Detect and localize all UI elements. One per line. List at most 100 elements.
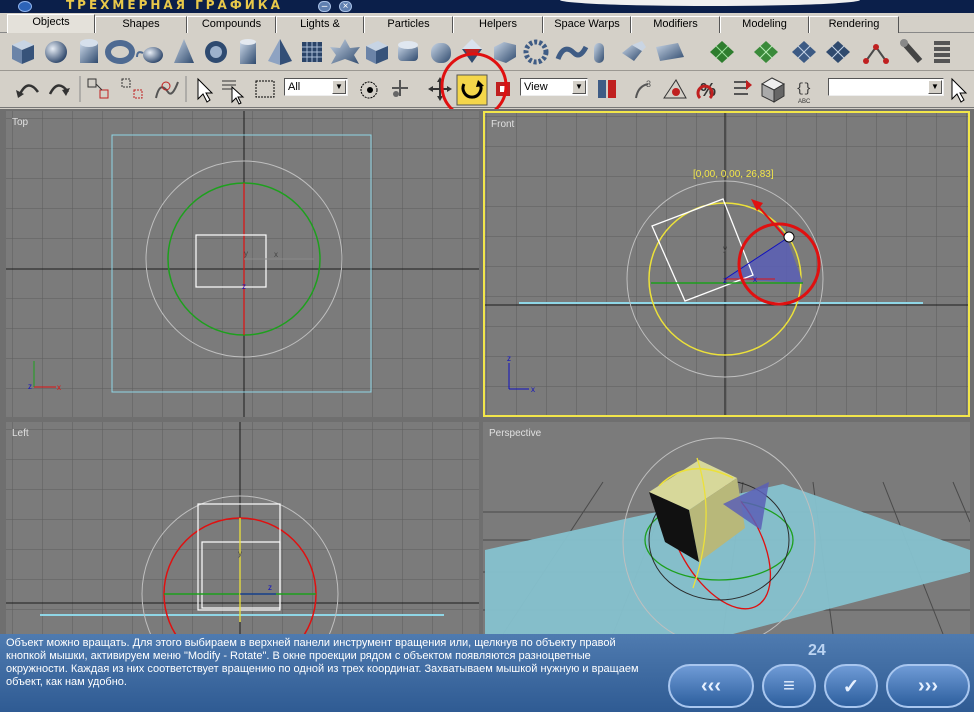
mirror-icon[interactable]	[598, 80, 616, 98]
axis-z-label: z	[242, 282, 246, 291]
chevron-down-icon[interactable]: ▼	[928, 80, 942, 94]
viewport-label-front[interactable]: Front	[491, 119, 514, 130]
bind-space-warp-icon[interactable]	[155, 81, 179, 99]
reference-coord-dropdown[interactable]: View ▼	[520, 78, 588, 96]
undo-icon[interactable]	[16, 84, 40, 98]
viewport-perspective[interactable]: Perspective	[483, 422, 970, 634]
torus-knot-icon[interactable]	[594, 43, 604, 63]
angle-snap-icon[interactable]	[663, 79, 687, 99]
chevron-down-icon[interactable]: ▼	[332, 80, 346, 94]
close-button[interactable]: ×	[339, 1, 352, 12]
select-and-manipulate-icon[interactable]	[392, 80, 408, 97]
box-icon[interactable]	[12, 40, 34, 64]
tab-rendering[interactable]: Rendering	[809, 16, 899, 33]
align-icon[interactable]	[734, 80, 752, 95]
first-page-button[interactable]: ‹‹‹	[668, 664, 754, 708]
tripod-x-label: x	[57, 383, 61, 392]
rectangular-selection-icon[interactable]	[255, 80, 275, 98]
cylinder-icon[interactable]	[80, 39, 98, 63]
oil-tank-icon[interactable]	[398, 41, 418, 61]
axis-y-label: y	[723, 244, 727, 253]
geosphere-icon[interactable]	[205, 41, 227, 63]
axis-y-label: y	[244, 249, 248, 258]
axis-x-label: x	[274, 250, 278, 259]
select-object-icon[interactable]	[197, 77, 214, 103]
tube-icon[interactable]	[240, 39, 256, 64]
tri-patch-icon[interactable]	[754, 41, 778, 63]
track-view-icon[interactable]	[951, 77, 968, 103]
tab-particles[interactable]: Particles	[364, 16, 453, 33]
title-decoration	[560, 0, 860, 6]
title-bar: ТРЕХМЕРНАЯ ГРАФИКА – ×	[0, 0, 974, 13]
select-and-scale-icon[interactable]	[496, 82, 510, 96]
menu-button[interactable]: ≡	[762, 664, 816, 708]
axis-z-label: z	[268, 583, 272, 592]
app-logo-icon	[18, 1, 32, 12]
hose-icon[interactable]	[555, 45, 589, 60]
chamfer-box-icon[interactable]	[366, 41, 388, 64]
named-selection-dropdown[interactable]: ▼	[828, 78, 944, 96]
plane-grid-icon[interactable]	[302, 42, 322, 62]
nurbs-surface-icon[interactable]	[792, 41, 816, 63]
spring-icon[interactable]	[934, 41, 950, 63]
viewport-label-left[interactable]: Left	[12, 428, 29, 439]
tab-compounds[interactable]: Compounds	[187, 16, 276, 33]
svg-text:{}: {}	[796, 81, 812, 96]
nurbs-cv-icon[interactable]	[826, 41, 850, 63]
check-button[interactable]: ✓	[824, 664, 878, 708]
ring-wave-icon[interactable]	[523, 39, 549, 65]
axis-x-label: x	[753, 275, 757, 284]
prism-icon[interactable]	[622, 41, 646, 61]
unlink-selection-icon[interactable]	[121, 78, 143, 99]
tab-objects[interactable]: Objects	[7, 14, 95, 33]
viewport-perspective-scene	[483, 422, 970, 634]
chevron-down-icon[interactable]: ▼	[572, 80, 586, 94]
capsule-icon[interactable]	[431, 43, 451, 63]
nurbs-curve-icon[interactable]	[863, 44, 889, 64]
spindle-icon[interactable]	[462, 39, 482, 63]
select-and-move-icon[interactable]	[428, 77, 452, 101]
next-page-button[interactable]: ›››	[886, 664, 970, 708]
pyramid-icon[interactable]	[268, 39, 292, 65]
hedra-icon[interactable]	[330, 39, 360, 64]
teapot-icon[interactable]	[136, 47, 163, 63]
sphere-icon[interactable]	[45, 41, 67, 63]
tab-modeling[interactable]: Modeling	[720, 16, 809, 33]
tape-icon[interactable]	[900, 39, 923, 63]
page-number: 24	[808, 642, 826, 659]
tab-helpers[interactable]: Helpers	[453, 16, 543, 33]
tab-lights-cameras[interactable]: Lights & Cameras	[276, 16, 364, 45]
gengon-icon[interactable]	[494, 42, 516, 63]
svg-text:ABC: ABC	[798, 99, 811, 105]
viewport-left[interactable]: Left y z	[6, 422, 479, 634]
lesson-text: Объект можно вращать. Для этого выбираем…	[6, 637, 639, 688]
viewport-label-perspective[interactable]: Perspective	[489, 428, 541, 439]
render-box-icon[interactable]	[760, 77, 786, 103]
window-crossing-icon[interactable]	[360, 81, 378, 99]
patch-grid-icon[interactable]	[710, 41, 734, 63]
selection-filter-value: All	[288, 81, 301, 93]
tab-shapes[interactable]: Shapes	[95, 16, 187, 33]
viewport-front[interactable]: Front [0,00, 0,00, 26,83] z x y z x	[483, 111, 970, 417]
viewport-front-scene: [0,00, 0,00, 26,83] z x y z x	[485, 113, 968, 415]
viewport-top[interactable]: Top y x z z x	[6, 111, 479, 417]
viewport-left-scene: y z	[6, 422, 479, 634]
viewports-area: Top y x z z x Front [0,00, 0,00, 26,83] …	[0, 109, 974, 634]
viewport-label-top[interactable]: Top	[12, 117, 28, 128]
tab-space-warps[interactable]: Space Warps	[543, 16, 631, 33]
app-window: ТРЕХМЕРНАЯ ГРАФИКА – × Objects Shapes Co…	[0, 0, 974, 712]
tripod-x-label: x	[531, 385, 535, 394]
select-and-link-icon[interactable]	[87, 78, 109, 99]
reference-coord-value: View	[524, 81, 548, 93]
minimize-button[interactable]: –	[318, 1, 331, 12]
l-ext-icon[interactable]	[656, 43, 684, 61]
torus-icon[interactable]	[105, 40, 135, 64]
cone-icon[interactable]	[174, 39, 194, 63]
named-selection-icon[interactable]: {} ABC	[796, 81, 812, 105]
selection-filter-dropdown[interactable]: All ▼	[284, 78, 348, 96]
redo-icon[interactable]	[48, 84, 70, 96]
tab-modifiers[interactable]: Modifiers	[631, 16, 720, 33]
select-and-rotate-button-bg[interactable]	[456, 74, 488, 106]
percent-snap-label[interactable]: %	[700, 80, 716, 100]
select-by-name-icon[interactable]	[222, 80, 245, 105]
